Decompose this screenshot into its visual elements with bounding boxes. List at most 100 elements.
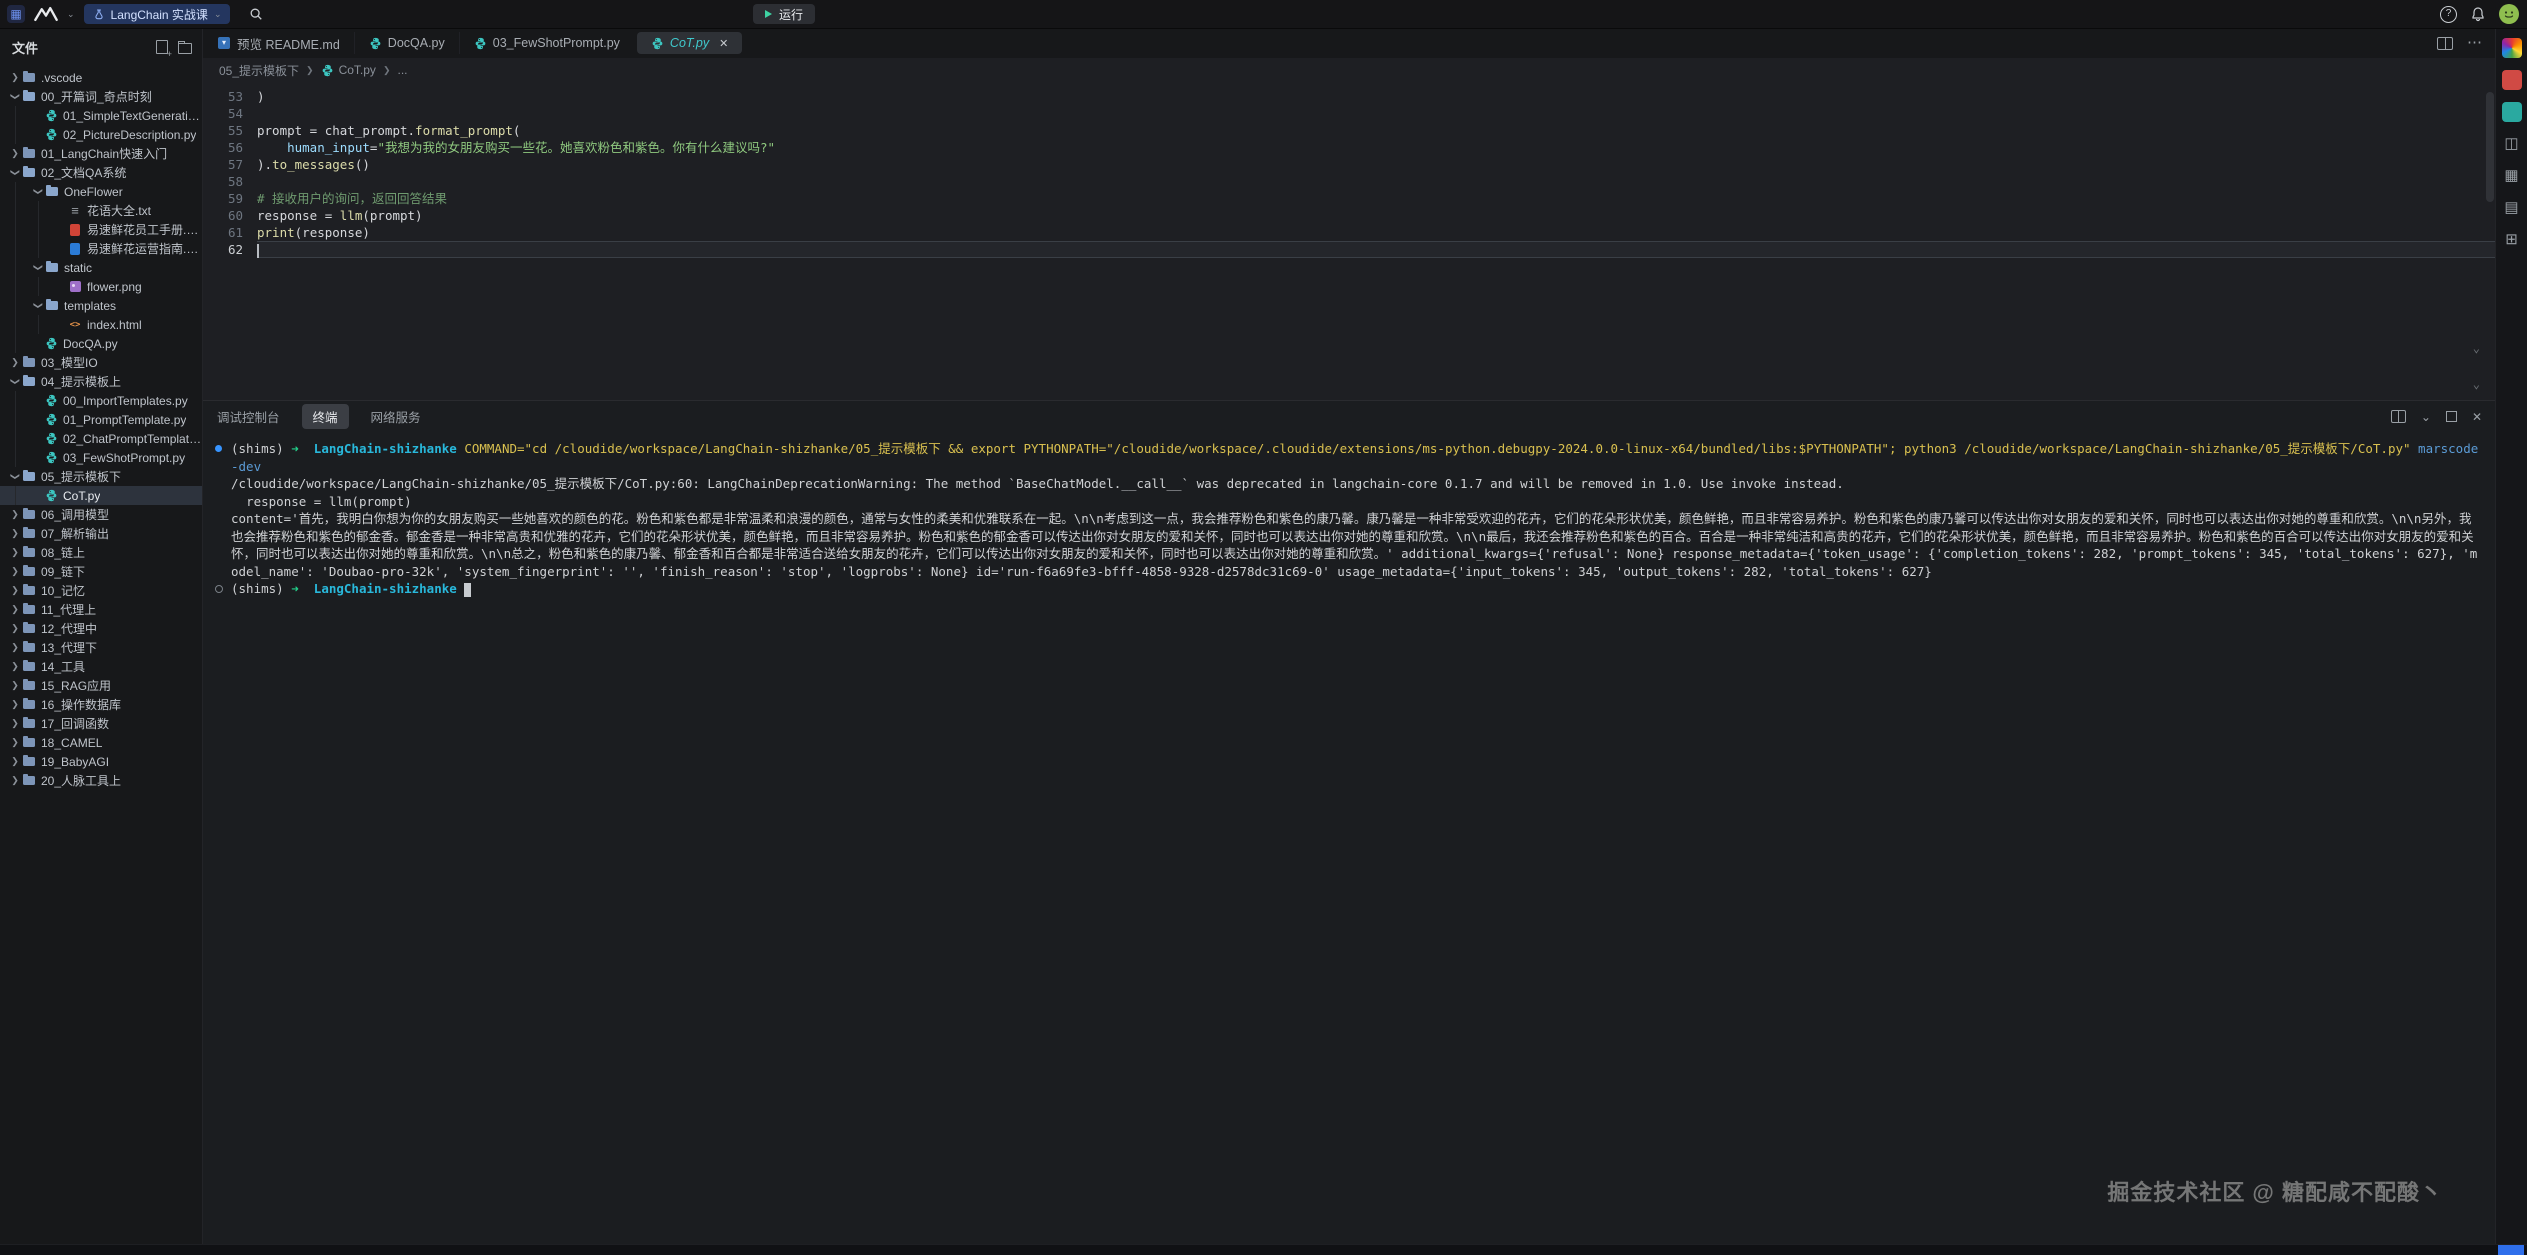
new-folder-icon[interactable] — [178, 43, 192, 54]
editor-tab[interactable]: 预览 README.md — [203, 32, 354, 54]
tree-item-folder[interactable]: ❯18_CAMEL — [0, 733, 202, 752]
close-tab-icon[interactable]: ✕ — [719, 37, 728, 50]
breadcrumb-item[interactable]: CoT.py — [321, 63, 376, 77]
tree-item-folder[interactable]: ❯07_解析输出 — [0, 524, 202, 543]
editor-tab[interactable]: CoT.py✕ — [637, 32, 742, 54]
chevron-down-icon: ❯ — [33, 185, 44, 199]
chevron-right-icon: ❯ — [8, 737, 22, 748]
tree-item-folder[interactable]: ❯08_链上 — [0, 543, 202, 562]
tree-item-file[interactable]: flower.png — [0, 277, 202, 296]
tree-item-folder[interactable]: ❯13_代理下 — [0, 638, 202, 657]
marscode-ai-extension-icon[interactable] — [2502, 38, 2522, 58]
tree-item-folder[interactable]: ❯11_代理上 — [0, 600, 202, 619]
code-line[interactable]: 56 human_input="我想为我的女朋友购买一些花。她喜欢粉色和紫色。你… — [203, 139, 2496, 156]
tree-item-folder[interactable]: ❯05_提示模板下 — [0, 467, 202, 486]
tree-item-folder[interactable]: ❯templates — [0, 296, 202, 315]
split-editor-icon[interactable] — [2437, 37, 2453, 50]
tree-item-folder[interactable]: ❯01_LangChain快速入门 — [0, 144, 202, 163]
tree-item-label: 易速鲜花员工手册.pdf — [87, 221, 202, 238]
preview-window-icon[interactable]: ◫ — [2502, 134, 2522, 154]
panel-tab[interactable]: 网络服务 — [371, 407, 421, 426]
split-terminal-icon[interactable] — [2391, 410, 2406, 423]
txt-file-icon: ≡ — [68, 204, 82, 218]
tree-item-folder[interactable]: ❯10_记忆 — [0, 581, 202, 600]
chevron-down-icon[interactable]: ⌄ — [2421, 411, 2431, 423]
remote-indicator[interactable] — [2498, 1245, 2524, 1255]
tree-item-file[interactable]: CoT.py — [0, 486, 202, 505]
tree-item-folder[interactable]: ❯20_人脉工具上 — [0, 771, 202, 790]
folder-icon — [22, 774, 36, 788]
editor-tab[interactable]: DocQA.py — [354, 32, 459, 54]
tree-item-folder[interactable]: ❯17_回调函数 — [0, 714, 202, 733]
code-line[interactable]: 53) — [203, 88, 2496, 105]
scroll-down-icon[interactable]: ⌄ — [2473, 376, 2480, 393]
plus-panel-icon[interactable]: ⊞ — [2502, 230, 2522, 250]
scroll-down-icon[interactable]: ⌄ — [2473, 340, 2480, 357]
command-decoration-icon[interactable] — [215, 585, 223, 593]
tree-item-file[interactable]: 易速鲜花员工手册.pdf — [0, 220, 202, 239]
teal-extension-icon[interactable] — [2502, 102, 2522, 122]
app-menu-icon[interactable]: ▦ — [7, 5, 25, 23]
tree-item-folder[interactable]: ❯03_模型IO — [0, 353, 202, 372]
tree-item-folder[interactable]: ❯00_开篇词_奇点时刻 — [0, 87, 202, 106]
tree-item-file[interactable]: 03_FewShotPrompt.py — [0, 448, 202, 467]
editor-tab[interactable]: 03_FewShotPrompt.py — [459, 32, 634, 54]
maximize-panel-icon[interactable] — [2446, 411, 2457, 422]
tree-item-file[interactable]: <>index.html — [0, 315, 202, 334]
tree-item-file[interactable]: 02_PictureDescription.py — [0, 125, 202, 144]
more-actions-icon[interactable]: ⋯ — [2467, 38, 2482, 48]
tree-item-folder[interactable]: ❯02_文档QA系统 — [0, 163, 202, 182]
project-badge[interactable]: LangChain 实战课 ⌄ — [84, 4, 231, 24]
tree-item-file[interactable]: 01_SimpleTextGeneration.py — [0, 106, 202, 125]
terminal-output[interactable]: (shims) ➜ LangChain-shizhanke COMMAND="c… — [203, 432, 2496, 598]
chevron-down-icon: ❯ — [10, 470, 21, 484]
tree-item-file[interactable]: DocQA.py — [0, 334, 202, 353]
code-editor[interactable]: 53)5455prompt = chat_prompt.format_promp… — [203, 82, 2496, 258]
tree-item-folder[interactable]: ❯15_RAG应用 — [0, 676, 202, 695]
code-line[interactable]: 61print(response) — [203, 224, 2496, 241]
tree-item-folder[interactable]: ❯12_代理中 — [0, 619, 202, 638]
tree-item-folder[interactable]: ❯16_操作数据库 — [0, 695, 202, 714]
code-line[interactable]: 55prompt = chat_prompt.format_prompt( — [203, 122, 2496, 139]
tree-item-folder[interactable]: ❯static — [0, 258, 202, 277]
breadcrumb-item[interactable]: 05_提示模板下 — [219, 62, 299, 79]
tree-item-label: 00_ImportTemplates.py — [63, 394, 188, 408]
grid-view-icon[interactable]: ▦ — [2502, 166, 2522, 186]
tree-item-file[interactable]: 易速鲜花运营指南.docx — [0, 239, 202, 258]
run-button[interactable]: 运行 — [753, 4, 815, 24]
tree-item-folder[interactable]: ❯OneFlower — [0, 182, 202, 201]
tree-item-folder[interactable]: ❯19_BabyAGI — [0, 752, 202, 771]
red-extension-icon[interactable] — [2502, 70, 2522, 90]
breadcrumb-item[interactable]: ... — [397, 63, 407, 77]
code-line[interactable]: 60response = llm(prompt) — [203, 207, 2496, 224]
tree-item-folder[interactable]: ❯04_提示模板上 — [0, 372, 202, 391]
tree-item-file[interactable]: 00_ImportTemplates.py — [0, 391, 202, 410]
panel-tab[interactable]: 终端 — [302, 404, 349, 429]
folder-icon — [22, 679, 36, 693]
folder-icon — [22, 546, 36, 560]
layers-icon[interactable]: ▤ — [2502, 198, 2522, 218]
code-line[interactable]: 62 — [203, 241, 2496, 258]
panel-tab[interactable]: 调试控制台 — [217, 407, 280, 426]
notifications-bell-icon[interactable] — [2470, 6, 2486, 22]
code-line[interactable]: 57).to_messages() — [203, 156, 2496, 173]
tree-item-folder[interactable]: ❯.vscode — [0, 68, 202, 87]
tree-item-folder[interactable]: ❯06_调用模型 — [0, 505, 202, 524]
line-number: 53 — [203, 88, 257, 105]
tree-item-file[interactable]: 02_ChatPromptTemplate.py — [0, 429, 202, 448]
new-file-icon[interactable] — [156, 40, 168, 54]
workspace-chevron-icon[interactable]: ⌄ — [67, 9, 75, 20]
tree-item-folder[interactable]: ❯09_链下 — [0, 562, 202, 581]
user-avatar[interactable] — [2499, 4, 2519, 24]
command-decoration-icon[interactable] — [215, 445, 222, 452]
code-line[interactable]: 58 — [203, 173, 2496, 190]
editor-scrollbar[interactable] — [2486, 92, 2494, 202]
code-line[interactable]: 54 — [203, 105, 2496, 122]
search-icon[interactable] — [249, 7, 263, 21]
close-panel-icon[interactable]: ✕ — [2472, 411, 2482, 423]
help-icon[interactable]: ? — [2440, 6, 2457, 23]
tree-item-file[interactable]: ≡花语大全.txt — [0, 201, 202, 220]
code-line[interactable]: 59# 接收用户的询问，返回回答结果 — [203, 190, 2496, 207]
tree-item-file[interactable]: 01_PromptTemplate.py — [0, 410, 202, 429]
tree-item-folder[interactable]: ❯14_工具 — [0, 657, 202, 676]
